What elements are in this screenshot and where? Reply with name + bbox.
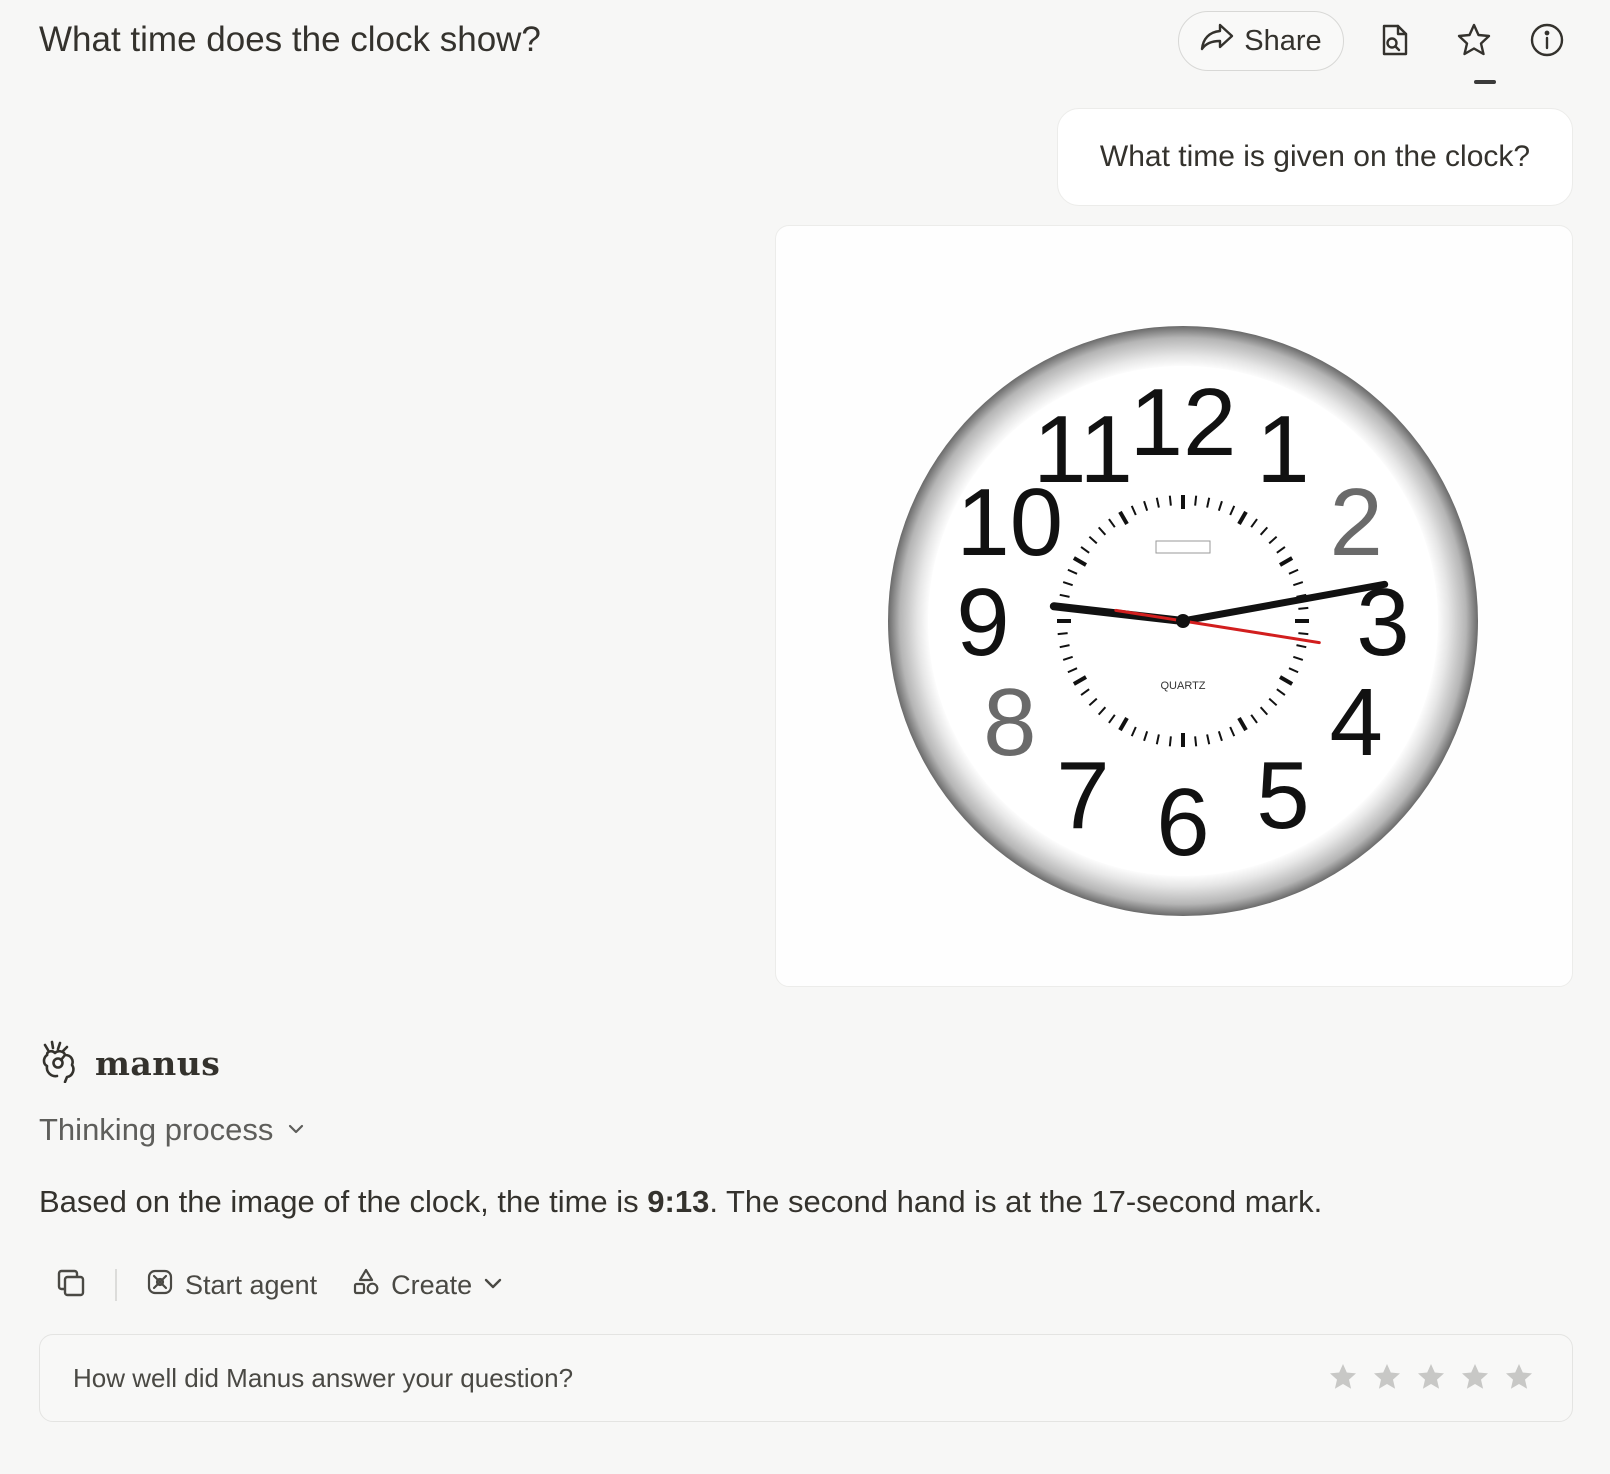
assistant-answer: Based on the image of the clock, the tim… xyxy=(39,1184,1569,1220)
page-title: What time does the clock show? xyxy=(39,20,541,59)
user-message: What time is given on the clock? xyxy=(1057,108,1573,206)
rating-stars xyxy=(1328,1362,1534,1392)
minute-tick xyxy=(1298,632,1309,636)
file-search-icon[interactable] xyxy=(1374,20,1414,60)
clock-numeral-11: 11 xyxy=(1033,396,1133,503)
clock-image[interactable]: 12 1 2 3 4 5 6 7 8 9 10 11 QUARTZ xyxy=(775,225,1573,987)
manus-logo-icon xyxy=(39,1039,81,1088)
agent-icon xyxy=(145,1267,175,1304)
start-agent-label: Start agent xyxy=(185,1269,318,1300)
clock-numeral-1: 1 xyxy=(1256,396,1309,503)
thinking-process-toggle[interactable]: Thinking process xyxy=(39,1112,307,1148)
minute-tick xyxy=(1298,606,1309,610)
thinking-label: Thinking process xyxy=(39,1112,274,1147)
shapes-icon xyxy=(351,1267,381,1304)
answer-time: 9:13 xyxy=(647,1184,710,1219)
answer-suffix: . The second hand is at the 17-second ma… xyxy=(709,1184,1323,1219)
create-label: Create xyxy=(391,1269,473,1300)
copy-button[interactable] xyxy=(45,1262,97,1308)
info-icon[interactable] xyxy=(1527,20,1567,60)
share-button[interactable]: Share xyxy=(1178,11,1344,71)
clock-illustration: 12 1234567891011 QUARTZ xyxy=(888,326,1478,916)
assistant-brand: manus xyxy=(39,1040,220,1086)
clock-numeral-8: 8 xyxy=(983,669,1036,776)
answer-prefix: Based on the image of the clock, the tim… xyxy=(39,1184,648,1219)
brand-name: manus xyxy=(95,1043,221,1083)
clock-numeral-6: 6 xyxy=(1156,769,1209,876)
rating-star-4[interactable] xyxy=(1460,1362,1490,1392)
message-actions: Start agent Create xyxy=(39,1262,538,1308)
minute-tick xyxy=(1194,495,1198,506)
minute-tick xyxy=(1194,736,1198,747)
share-label: Share xyxy=(1244,24,1322,57)
copy-icon xyxy=(54,1266,88,1305)
clock-center-pin xyxy=(1176,614,1190,628)
feedback-question: How well did Manus answer your question? xyxy=(73,1363,574,1393)
start-agent-button[interactable]: Start agent xyxy=(145,1267,317,1304)
clock-numeral-4: 4 xyxy=(1330,669,1383,776)
share-icon xyxy=(1200,22,1234,60)
minute-tick xyxy=(1168,495,1172,506)
chevron-down-icon xyxy=(482,1270,504,1301)
scroll-indicator xyxy=(1474,80,1496,84)
rating-star-1[interactable] xyxy=(1328,1362,1358,1392)
clock-numeral-2: 2 xyxy=(1330,469,1383,576)
rating-star-2[interactable] xyxy=(1372,1362,1402,1392)
minute-tick xyxy=(1057,632,1068,636)
rating-star-5[interactable] xyxy=(1504,1362,1534,1392)
clock-numeral-12: 12 xyxy=(1130,369,1237,476)
star-icon[interactable] xyxy=(1454,20,1494,60)
clock-numeral-9: 9 xyxy=(956,569,1009,676)
header-bar: What time does the clock show? Share xyxy=(0,0,1610,86)
clock-numeral-5: 5 xyxy=(1256,742,1309,849)
feedback-panel: How well did Manus answer your question? xyxy=(39,1334,1573,1422)
actions-divider xyxy=(115,1269,117,1301)
clock-numeral-7: 7 xyxy=(1056,742,1109,849)
quartz-label: QUARTZ xyxy=(1160,680,1205,692)
rating-star-3[interactable] xyxy=(1416,1362,1446,1392)
chevron-down-icon xyxy=(285,1112,307,1148)
minute-tick xyxy=(1168,736,1172,747)
create-dropdown[interactable]: Create xyxy=(351,1267,504,1304)
